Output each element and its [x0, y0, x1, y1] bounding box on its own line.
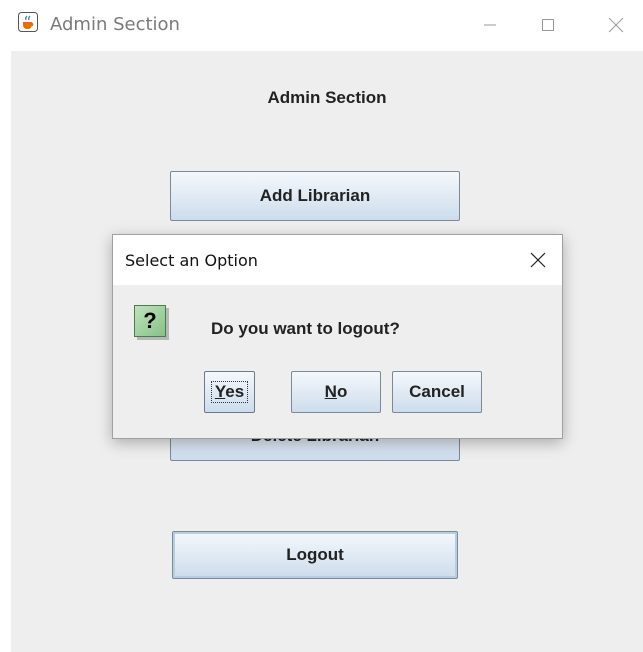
- add-librarian-button[interactable]: Add Librarian: [170, 171, 460, 221]
- yes-button-label: Yes: [210, 381, 249, 403]
- dialog-close-button[interactable]: [520, 243, 556, 277]
- java-cup-icon: [18, 12, 38, 32]
- page-title: Admin Section: [267, 88, 387, 107]
- dialog-title: Select an Option: [125, 251, 258, 270]
- no-button-label: No: [324, 382, 348, 401]
- dialog-message: Do you want to logout?: [211, 319, 400, 338]
- minimize-icon: [484, 24, 496, 26]
- close-icon: [530, 252, 546, 268]
- no-button[interactable]: No: [291, 371, 381, 413]
- minimize-button[interactable]: [470, 8, 510, 42]
- dialog-titlebar: Select an Option: [113, 235, 562, 285]
- maximize-button[interactable]: [528, 8, 568, 42]
- close-window-button[interactable]: [596, 8, 636, 42]
- window-title: Admin Section: [50, 14, 180, 35]
- window-titlebar: Admin Section: [0, 0, 643, 50]
- question-icon: ?: [134, 305, 166, 337]
- maximize-icon: [542, 19, 554, 31]
- logout-button[interactable]: Logout: [172, 531, 458, 579]
- confirm-dialog: Select an Option ? Do you want to logout…: [112, 234, 563, 439]
- cancel-button[interactable]: Cancel: [392, 371, 482, 413]
- close-icon: [608, 17, 624, 33]
- yes-button[interactable]: Yes: [204, 371, 255, 413]
